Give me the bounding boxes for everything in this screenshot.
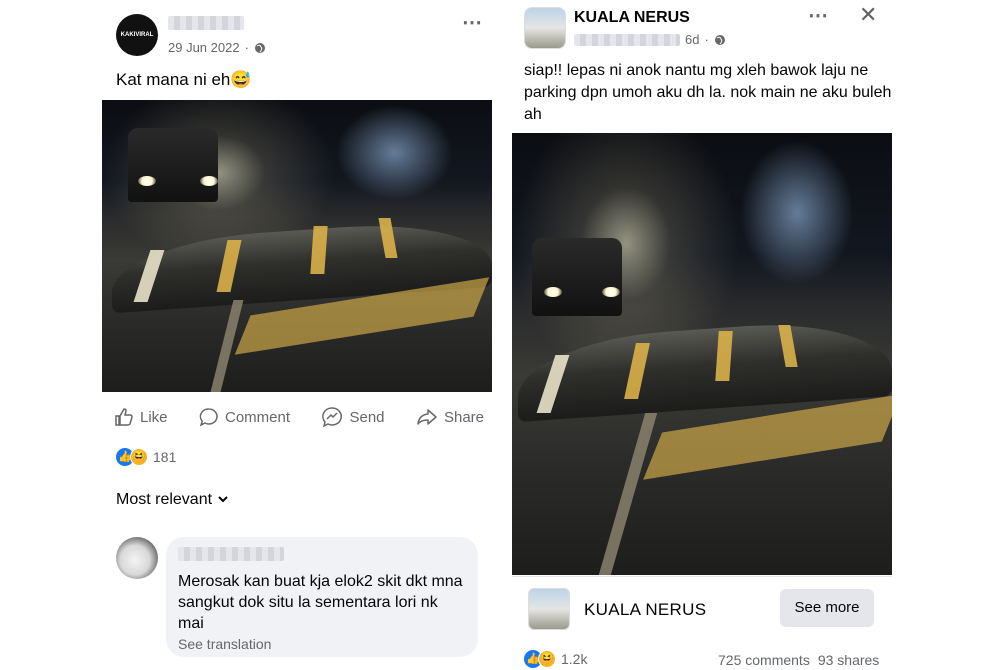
globe-icon: [714, 34, 725, 45]
commenter-name-redacted[interactable]: [178, 547, 284, 561]
left-post-reaction-count: 181: [153, 449, 177, 465]
globe-icon: [254, 42, 265, 53]
headlight: [602, 287, 620, 297]
chevron-down-icon: [218, 496, 228, 503]
car-image: [532, 238, 622, 316]
right-post-time[interactable]: 6d: [685, 32, 699, 47]
left-post-date[interactable]: 29 Jun 2022: [168, 40, 240, 55]
comment-label: Comment: [224, 408, 291, 426]
more-icon: ⋯: [808, 5, 829, 27]
right-post-reactions[interactable]: 👍 😆 1.2k: [524, 650, 587, 668]
headlight: [544, 287, 562, 297]
right-post-photo[interactable]: [512, 133, 892, 575]
headlight: [200, 176, 218, 186]
see-translation-link[interactable]: See translation: [178, 636, 466, 652]
headlight: [138, 176, 156, 186]
comment-bubble: Merosak kan buat kja elok2 skit dkt mna …: [166, 537, 478, 657]
right-post-more-button[interactable]: ⋯: [808, 3, 829, 28]
left-post-meta: 29 Jun 2022 ·: [168, 40, 266, 55]
haha-reaction-icon: 😆: [130, 448, 148, 466]
left-post-actions: Like Comment Send Share: [114, 406, 484, 428]
page-card: KUALA NERUS See more: [512, 576, 892, 640]
left-post-caption: Kat mana ni eh😅: [116, 70, 252, 89]
comment-sort-dropdown[interactable]: Most relevant: [116, 491, 228, 509]
avatar-logo-text: KAKIVIRAL: [120, 32, 154, 38]
page-card-name[interactable]: KUALA NERUS: [584, 600, 706, 620]
like-button[interactable]: Like: [114, 406, 168, 428]
comment-sort-label: Most relevant: [116, 491, 213, 508]
send-label: Send: [349, 408, 385, 426]
right-post-author-redacted: [574, 33, 680, 46]
right-post-caption: siap!! lepas ni anok nantu mg xleh bawok…: [524, 62, 892, 123]
comment-bubble-icon: [199, 408, 218, 427]
share-arrow-icon: [417, 409, 437, 425]
right-post-engagement: 725 comments 93 shares: [718, 652, 879, 668]
car-image: [128, 128, 218, 202]
thumbs-up-icon: [115, 408, 133, 426]
left-post: KAKIVIRAL 29 Jun 2022 · ⋯ Kat mana ni eh…: [100, 0, 495, 670]
close-button[interactable]: ✕: [859, 2, 877, 28]
page-name[interactable]: KUALA NERUS: [574, 9, 690, 27]
right-post-meta: 6d ·: [574, 32, 726, 47]
close-icon: ✕: [859, 2, 878, 27]
comment-button[interactable]: Comment: [199, 406, 290, 428]
messenger-icon: [322, 407, 343, 428]
left-post-photo[interactable]: [102, 100, 492, 392]
comment-text: Merosak kan buat kja elok2 skit dkt mna …: [178, 573, 463, 632]
more-icon: ⋯: [462, 12, 483, 34]
left-post-reactions[interactable]: 👍 😆 181: [116, 448, 176, 466]
see-more-button[interactable]: See more: [780, 589, 874, 627]
comments-count[interactable]: 725 comments: [718, 652, 810, 668]
page-avatar[interactable]: [524, 7, 566, 49]
share-label: Share: [443, 408, 484, 426]
left-post-more-button[interactable]: ⋯: [462, 10, 483, 35]
right-post-reaction-count: 1.2k: [561, 651, 588, 667]
left-post-author-name-redacted[interactable]: [168, 16, 244, 30]
left-post-avatar[interactable]: KAKIVIRAL: [116, 14, 158, 56]
road-line: [598, 413, 658, 575]
send-button[interactable]: Send: [321, 406, 385, 428]
haha-reaction-icon: 😆: [538, 650, 556, 668]
page-card-avatar[interactable]: [528, 588, 570, 630]
shares-count[interactable]: 93 shares: [818, 652, 879, 668]
share-button[interactable]: Share: [416, 406, 484, 428]
commenter-avatar[interactable]: [116, 537, 158, 579]
right-post: KUALA NERUS 6d · ⋯ ✕ siap!! lepas ni ano…: [510, 0, 900, 670]
like-label: Like: [140, 408, 168, 426]
